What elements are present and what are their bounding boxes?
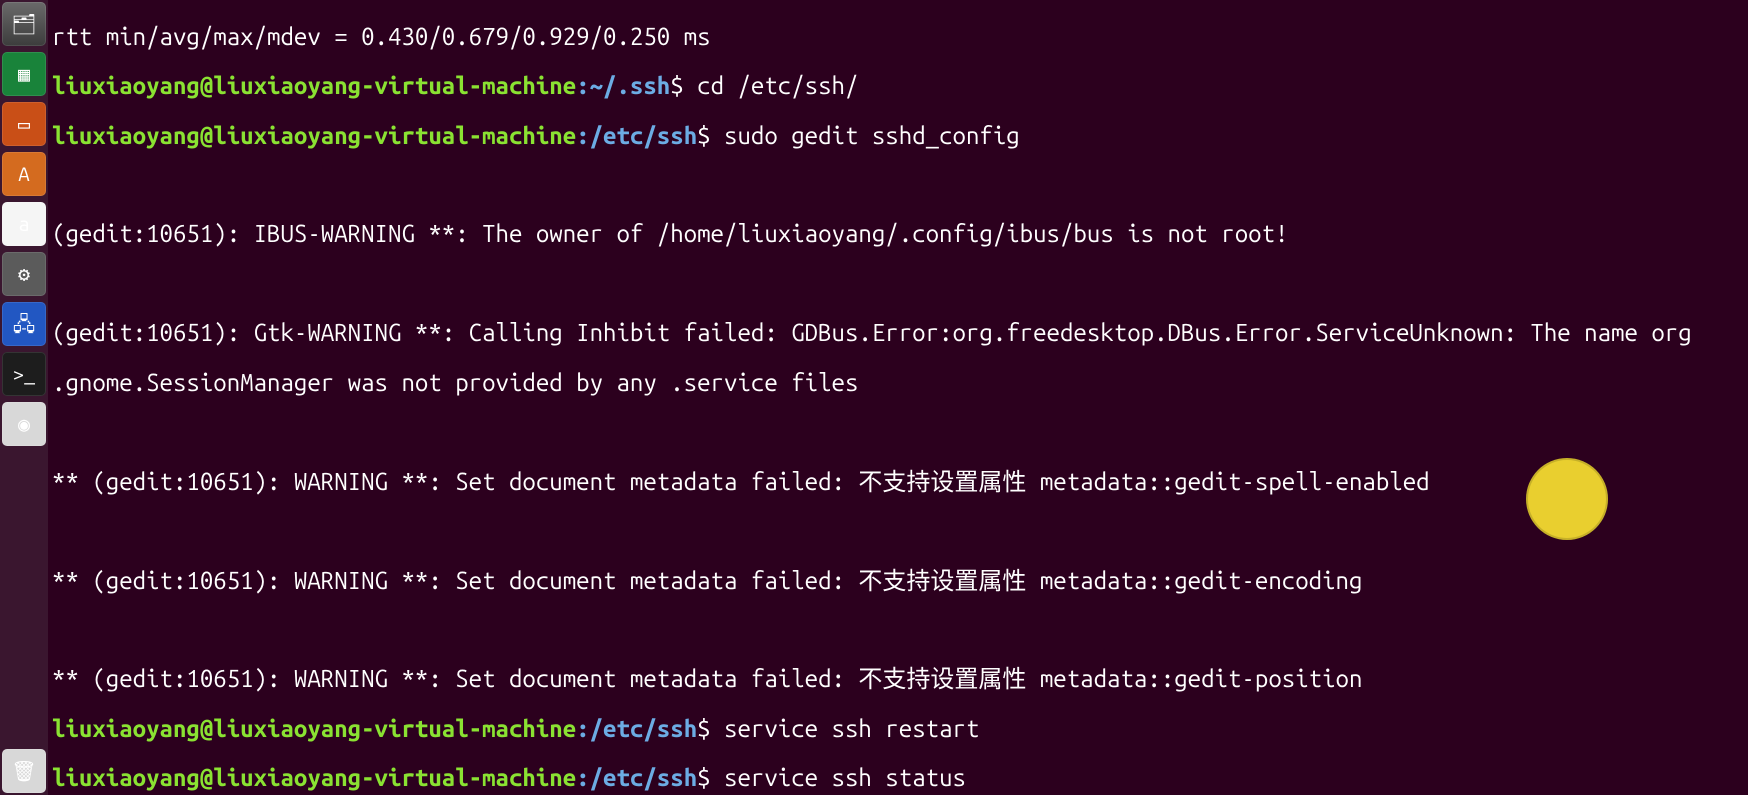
prompt-cwd: :~/.ssh xyxy=(576,72,670,99)
output-line: ** (gedit:10651): WARNING **: Set docume… xyxy=(52,667,1744,692)
prompt-cwd: :/etc/ssh xyxy=(576,764,697,791)
amazon-icon[interactable]: a xyxy=(2,202,46,246)
output-line: ** (gedit:10651): WARNING **: Set docume… xyxy=(52,470,1744,495)
command-text: service ssh restart xyxy=(724,715,979,742)
calc-icon[interactable]: ▦ xyxy=(2,52,46,96)
command-text: service ssh status xyxy=(724,764,966,791)
prompt-user: liuxiaoyang@liuxiaoyang-virtual-machine xyxy=(52,72,576,99)
prompt-sep: $ xyxy=(697,764,724,791)
prompt-line: liuxiaoyang@liuxiaoyang-virtual-machine:… xyxy=(52,124,1744,149)
prompt-cwd: :/etc/ssh xyxy=(576,715,697,742)
prompt-line: liuxiaoyang@liuxiaoyang-virtual-machine:… xyxy=(52,766,1744,791)
blank-line xyxy=(52,272,1744,297)
command-text: sudo gedit sshd_config xyxy=(724,122,1020,149)
output-line: .gnome.SessionManager was not provided b… xyxy=(52,371,1744,396)
output-line: (gedit:10651): IBUS-WARNING **: The owne… xyxy=(52,222,1744,247)
annotation-highlight-icon xyxy=(1526,458,1608,540)
network-icon[interactable]: 🖧 xyxy=(2,302,46,346)
desktop: 🗂 ▦ ▭ A a ⚙ 🖧 >_ ◉ 🗑 rtt min/avg/max/mde… xyxy=(0,0,1748,795)
files-icon[interactable]: 🗂 xyxy=(2,2,46,46)
disc-icon[interactable]: ◉ xyxy=(2,402,46,446)
blank-line xyxy=(52,173,1744,198)
command-text: cd /etc/ssh/ xyxy=(697,72,858,99)
prompt-user: liuxiaoyang@liuxiaoyang-virtual-machine xyxy=(52,122,576,149)
terminal-window[interactable]: rtt min/avg/max/mdev = 0.430/0.679/0.929… xyxy=(48,0,1748,795)
blank-line xyxy=(52,618,1744,643)
software-icon[interactable]: A xyxy=(2,152,46,196)
launcher: 🗂 ▦ ▭ A a ⚙ 🖧 >_ ◉ 🗑 xyxy=(0,0,48,795)
prompt-cwd: :/etc/ssh xyxy=(576,122,697,149)
prompt-user: liuxiaoyang@liuxiaoyang-virtual-machine xyxy=(52,764,576,791)
prompt-line: liuxiaoyang@liuxiaoyang-virtual-machine:… xyxy=(52,74,1744,99)
output-line: rtt min/avg/max/mdev = 0.430/0.679/0.929… xyxy=(52,25,1744,50)
prompt-sep: $ xyxy=(697,715,724,742)
prompt-sep: $ xyxy=(670,72,697,99)
prompt-line: liuxiaoyang@liuxiaoyang-virtual-machine:… xyxy=(52,717,1744,742)
blank-line xyxy=(52,420,1744,445)
impress-icon[interactable]: ▭ xyxy=(2,102,46,146)
output-line: ** (gedit:10651): WARNING **: Set docume… xyxy=(52,569,1744,594)
blank-line xyxy=(52,519,1744,544)
prompt-user: liuxiaoyang@liuxiaoyang-virtual-machine xyxy=(52,715,576,742)
trash-icon[interactable]: 🗑 xyxy=(2,749,46,793)
prompt-sep: $ xyxy=(697,122,724,149)
terminal-icon[interactable]: >_ xyxy=(2,352,46,396)
output-line: (gedit:10651): Gtk-WARNING **: Calling I… xyxy=(52,321,1744,346)
settings-icon[interactable]: ⚙ xyxy=(2,252,46,296)
